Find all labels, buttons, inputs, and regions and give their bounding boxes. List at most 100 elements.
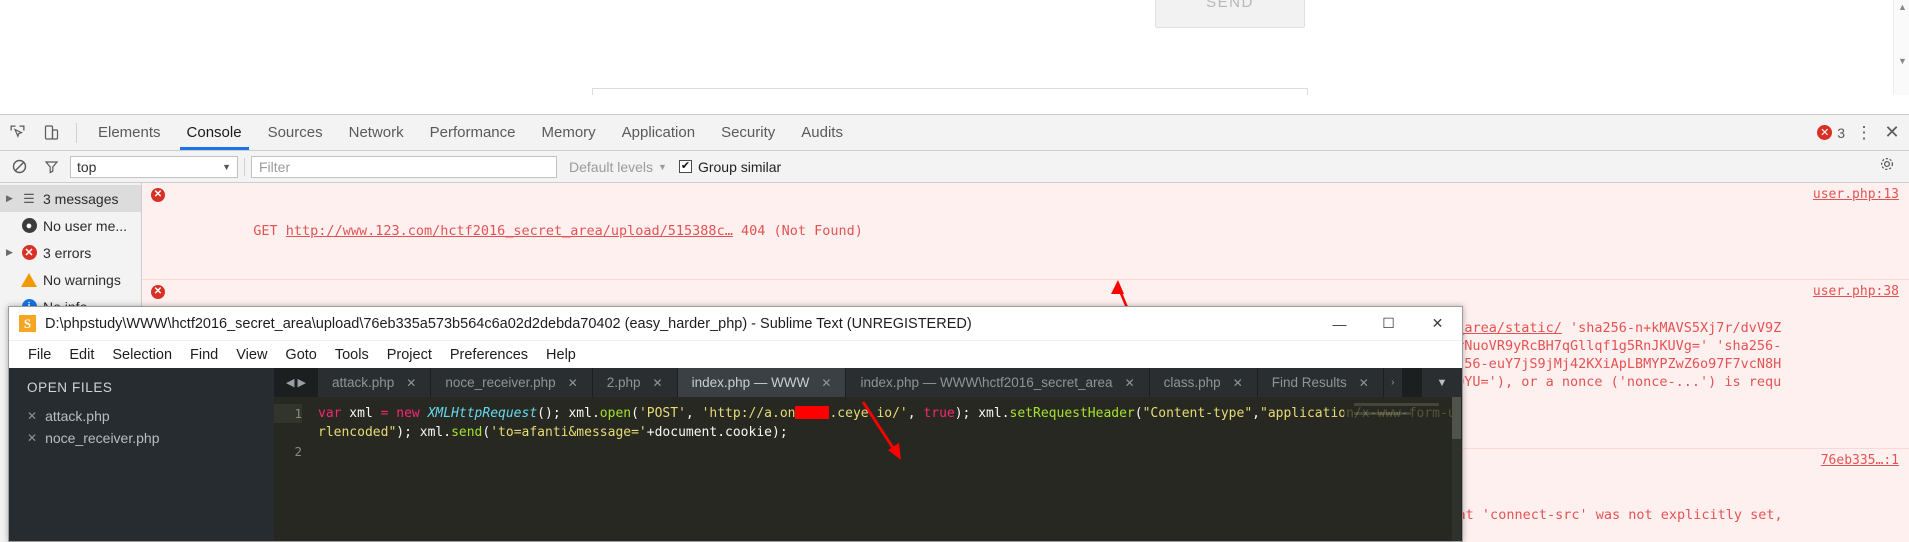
group-similar-label: Group similar <box>697 158 782 175</box>
editor-tab-class-php[interactable]: class.php ✕ <box>1149 368 1258 397</box>
messages-icon: ☰ <box>23 190 35 206</box>
sublime-title-bar[interactable]: S D:\phpstudy\WWW\hctf2016_secret_area\u… <box>9 307 1462 341</box>
sidebar-item-label: No warnings <box>43 271 121 288</box>
sublime-text-window[interactable]: S D:\phpstudy\WWW\hctf2016_secret_area\u… <box>8 306 1463 542</box>
editor-tab-find-results[interactable]: Find Results ✕ <box>1257 368 1384 397</box>
close-icon[interactable]: ✕ <box>821 376 831 390</box>
tab-memory[interactable]: Memory <box>529 115 609 150</box>
editor-tab-label: Find Results <box>1271 375 1347 390</box>
screen-root: SEND test ▲ ▼ Elements Console Sources N… <box>0 0 1909 542</box>
close-icon[interactable]: ✕ <box>1359 376 1369 390</box>
chevron-right-icon[interactable]: ▶ <box>4 247 15 258</box>
tab-security[interactable]: Security <box>708 115 788 150</box>
scroll-up-icon[interactable]: ▲ <box>1898 2 1907 12</box>
sidebar-item-messages[interactable]: ▶ ☰ 3 messages <box>0 185 141 212</box>
error-count-label: 3 <box>1837 124 1845 141</box>
tab-application[interactable]: Application <box>609 115 708 150</box>
tab-sources[interactable]: Sources <box>255 115 336 150</box>
inspect-element-icon[interactable] <box>0 116 34 150</box>
sidebar-item-warnings[interactable]: ▶ No warnings <box>0 266 141 293</box>
tab-next-icon[interactable]: ▶ <box>298 376 306 389</box>
menu-goto[interactable]: Goto <box>276 347 325 363</box>
close-icon[interactable]: ✕ <box>1413 307 1462 341</box>
editor-tab-index-php-www[interactable]: index.php — WWW ✕ <box>677 368 847 397</box>
filter-funnel-icon[interactable] <box>38 155 64 179</box>
page-scrollbar[interactable]: ▲ ▼ <box>1893 0 1909 95</box>
gear-icon[interactable] <box>1879 156 1903 177</box>
close-icon[interactable]: ✕ <box>1883 122 1901 143</box>
web-page-area: SEND test ▲ ▼ <box>0 0 1909 95</box>
close-icon[interactable]: ✕ <box>27 431 37 445</box>
menu-tools[interactable]: Tools <box>326 347 378 363</box>
editor-tab-index-php-secret-area[interactable]: index.php — WWW\hctf2016_secret_area ✕ <box>846 368 1150 397</box>
sidebar-item-errors[interactable]: ▶ ✕ 3 errors <box>0 239 141 266</box>
close-icon[interactable]: ✕ <box>568 376 578 390</box>
more-options-icon[interactable]: ⋮ <box>1855 124 1873 141</box>
window-controls: — ☐ ✕ <box>1315 307 1462 341</box>
tab-partial-next[interactable]: › <box>1383 368 1402 397</box>
code-token: ( <box>1134 406 1143 421</box>
menu-file[interactable]: File <box>19 347 60 363</box>
menu-project[interactable]: Project <box>378 347 441 363</box>
close-icon[interactable]: ✕ <box>1125 376 1135 390</box>
menu-selection[interactable]: Selection <box>103 347 181 363</box>
console-message-404[interactable]: ✕ GET http://www.123.com/hctf2016_secret… <box>142 183 1909 280</box>
close-icon[interactable]: ✕ <box>653 376 663 390</box>
tab-nav-arrows[interactable]: ◀ ▶ <box>274 368 318 397</box>
sidebar-item-user-messages[interactable]: ▶ ● No user me... <box>0 212 141 239</box>
console-message-source[interactable]: user.php:13 <box>1813 186 1899 204</box>
minimize-icon[interactable]: — <box>1315 307 1364 341</box>
close-icon[interactable]: ✕ <box>27 409 37 423</box>
scrollbar-thumb[interactable] <box>1452 397 1461 439</box>
editor-tab-noce-receiver-php[interactable]: noce_receiver.php ✕ <box>431 368 593 397</box>
open-file-item[interactable]: ✕ attack.php <box>9 405 274 427</box>
code-token: ); xml. <box>954 406 1010 421</box>
group-similar-checkbox[interactable]: ✔ <box>678 160 692 173</box>
send-button[interactable]: SEND <box>1155 0 1305 28</box>
sublime-sidebar: OPEN FILES ✕ attack.php ✕ noce_receiver.… <box>9 368 274 541</box>
device-toolbar-icon[interactable] <box>34 116 68 150</box>
menu-edit[interactable]: Edit <box>60 347 103 363</box>
message-textarea[interactable]: test <box>592 88 1308 95</box>
tab-prev-icon[interactable]: ◀ <box>286 376 294 389</box>
error-icon: ✕ <box>151 188 165 202</box>
tab-console[interactable]: Console <box>174 115 255 150</box>
editor-tab-2-php[interactable]: 2.php ✕ <box>592 368 678 397</box>
clear-console-icon[interactable] <box>6 155 32 179</box>
menu-preferences[interactable]: Preferences <box>441 347 537 363</box>
code-content[interactable]: var xml = new XMLHttpRequest(); xml.open… <box>310 397 1462 541</box>
chevron-right-icon[interactable]: ▶ <box>4 193 15 204</box>
tab-overflow-icon[interactable]: ▼ <box>1422 368 1462 397</box>
maximize-icon[interactable]: ☐ <box>1364 307 1413 341</box>
code-token: +document.cookie); <box>646 425 788 440</box>
chevron-down-icon: ▼ <box>658 161 667 172</box>
line-number: 2 <box>294 444 302 459</box>
error-count-badge[interactable]: ✕ 3 <box>1817 125 1845 141</box>
menu-help[interactable]: Help <box>537 347 585 363</box>
console-message-source[interactable]: 76eb335…:1 <box>1821 452 1899 470</box>
sublime-code-area[interactable]: 1 2 var xml = new XMLHttpRequest(); xml.… <box>274 397 1462 541</box>
open-file-item[interactable]: ✕ noce_receiver.php <box>9 427 274 449</box>
tab-audits[interactable]: Audits <box>788 115 856 150</box>
scroll-down-icon[interactable]: ▼ <box>1898 56 1907 66</box>
console-message-suffix: 404 (Not Found) <box>732 223 863 239</box>
execution-context-select[interactable]: top ▼ <box>70 155 238 178</box>
console-message-prefix: GET <box>253 223 286 239</box>
close-icon[interactable]: ✕ <box>1233 376 1243 390</box>
console-message-link[interactable]: http://www.123.com/hctf2016_secret_area/… <box>286 223 733 239</box>
devtools-toolbar-right: ✕ 3 ⋮ ✕ <box>1817 122 1909 143</box>
log-levels-dropdown[interactable]: Default levels ▼ <box>569 159 667 175</box>
close-icon[interactable]: ✕ <box>406 376 416 390</box>
tab-network[interactable]: Network <box>336 115 417 150</box>
tab-elements[interactable]: Elements <box>85 115 174 150</box>
tab-performance[interactable]: Performance <box>417 115 529 150</box>
console-message-source[interactable]: user.php:38 <box>1813 283 1899 301</box>
editor-tab-label: index.php — WWW <box>691 375 810 390</box>
editor-minimap[interactable] <box>1344 397 1462 541</box>
group-similar-toggle[interactable]: ✔ Group similar <box>678 158 782 175</box>
editor-tab-attack-php[interactable]: attack.php ✕ <box>318 368 432 397</box>
menu-view[interactable]: View <box>227 347 276 363</box>
editor-vertical-scrollbar[interactable] <box>1452 397 1461 541</box>
filter-input[interactable]: Filter <box>251 155 557 178</box>
menu-find[interactable]: Find <box>181 347 227 363</box>
